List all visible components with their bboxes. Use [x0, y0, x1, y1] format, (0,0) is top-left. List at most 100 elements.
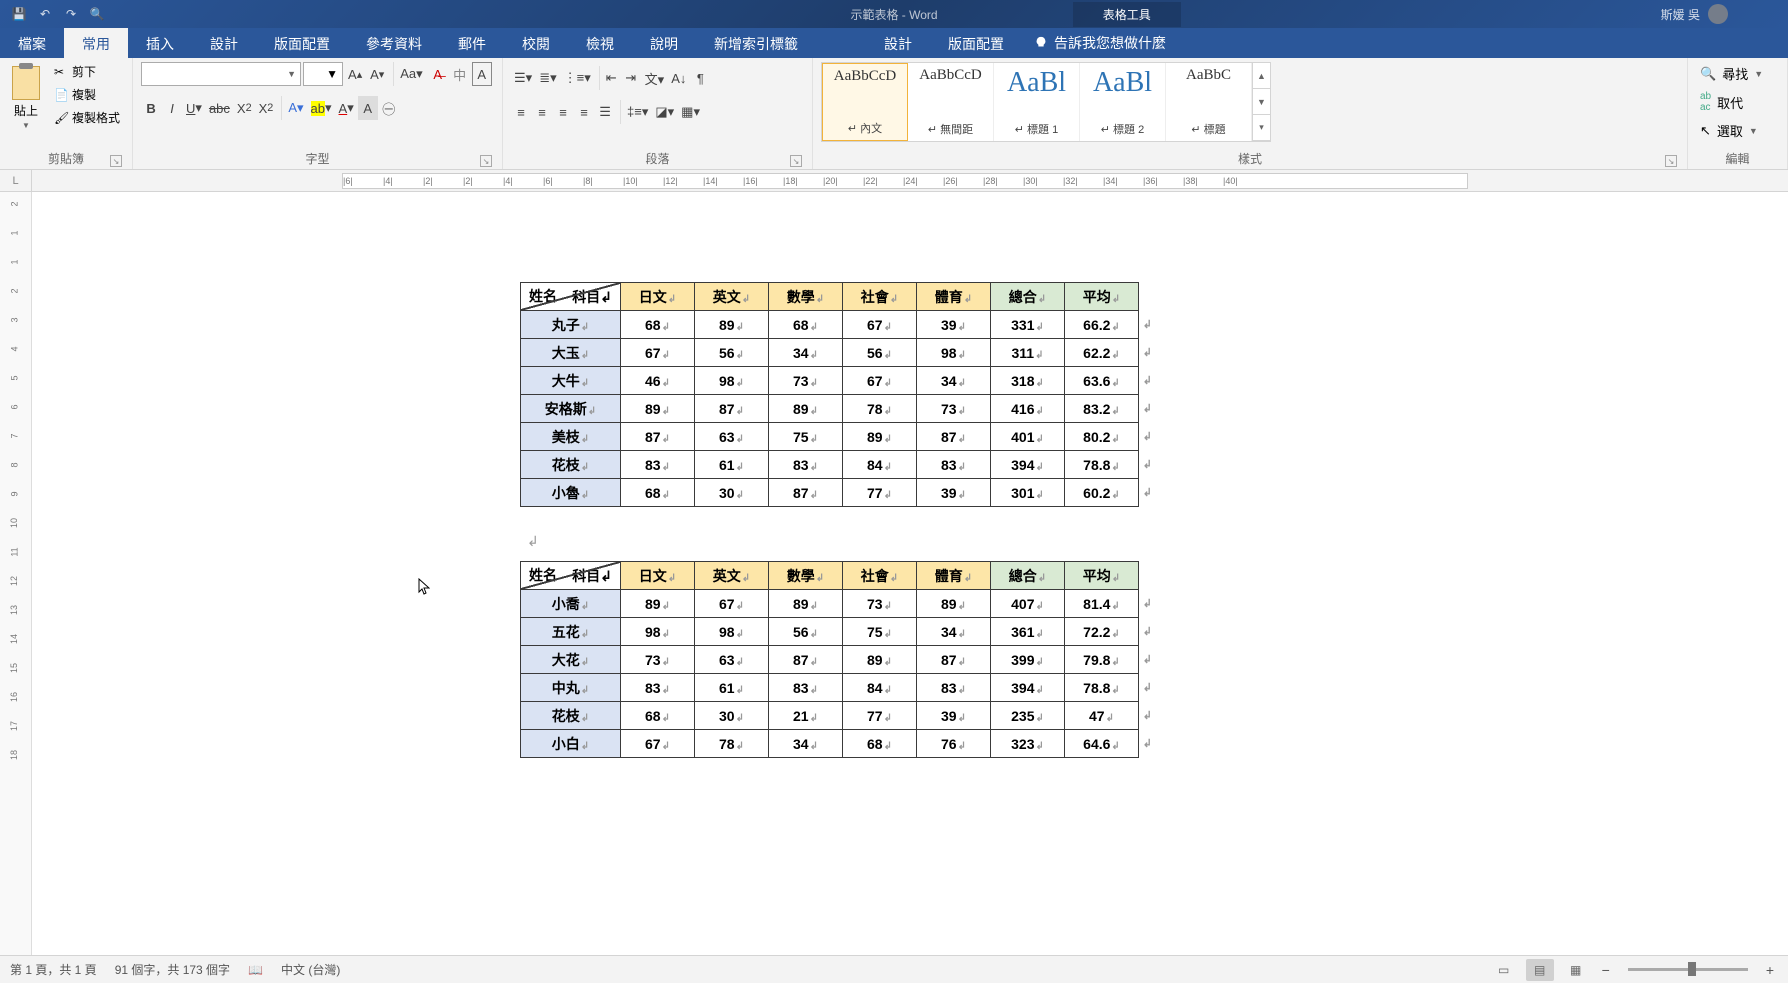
copy-button[interactable]: 📄複製: [50, 85, 124, 104]
highlight-button[interactable]: ab▾: [308, 96, 335, 120]
status-language[interactable]: 中文 (台灣): [281, 961, 340, 978]
print-layout-button[interactable]: ▤: [1526, 959, 1554, 981]
justify-button[interactable]: ≡: [574, 100, 594, 124]
bold-button[interactable]: B: [141, 96, 161, 120]
multilevel-button[interactable]: ⋮≡▾: [561, 66, 594, 90]
paste-button[interactable]: 貼上 ▼: [8, 62, 44, 134]
distribute-button[interactable]: ☰: [595, 100, 615, 124]
table-row[interactable]: 小白↲67↲78↲34↲68↲76↲323↲64.6↲↲: [521, 730, 1139, 758]
grow-font-button[interactable]: A▴: [345, 62, 365, 86]
table-row[interactable]: 五花↲98↲98↲56↲75↲34↲361↲72.2↲↲: [521, 618, 1139, 646]
menu-說明[interactable]: 說明: [632, 28, 696, 58]
table-row[interactable]: 花枝↲68↲30↲21↲77↲39↲235↲47↲↲: [521, 702, 1139, 730]
clipboard-dialog-icon[interactable]: ↘: [110, 155, 122, 167]
table-row[interactable]: 大牛↲46↲98↲73↲67↲34↲318↲63.6↲↲: [521, 367, 1139, 395]
menu-郵件[interactable]: 郵件: [440, 28, 504, 58]
align-right-button[interactable]: ≡: [553, 100, 573, 124]
styles-dialog-icon[interactable]: ↘: [1665, 155, 1677, 167]
font-name-combo[interactable]: ▼: [141, 62, 301, 86]
menu-檢視[interactable]: 檢視: [568, 28, 632, 58]
table-row[interactable]: 大玉↲67↲56↲34↲56↲98↲311↲62.2↲↲: [521, 339, 1139, 367]
char-border-button[interactable]: A: [472, 62, 492, 86]
phonetic-button[interactable]: 中: [450, 62, 470, 86]
undo-icon[interactable]: ↶: [36, 5, 54, 23]
subscript-button[interactable]: X2: [234, 96, 255, 120]
align-left-button[interactable]: ≡: [511, 100, 531, 124]
table-row[interactable]: 小喬↲89↲67↲89↲73↲89↲407↲81.4↲↲: [521, 590, 1139, 618]
borders-button[interactable]: ▦▾: [678, 100, 703, 124]
style-scroll-1[interactable]: ▼: [1253, 89, 1270, 115]
user-area[interactable]: 斯媛 吳: [1661, 4, 1728, 24]
enclose-button[interactable]: ㊀: [379, 96, 399, 120]
shrink-font-button[interactable]: A▾: [367, 62, 387, 86]
table-row[interactable]: 安格斯↲89↲87↲89↲78↲73↲416↲83.2↲↲: [521, 395, 1139, 423]
zoom-slider[interactable]: [1628, 968, 1748, 971]
menu-新增索引標籤[interactable]: 新增索引標籤: [696, 28, 816, 58]
replace-button[interactable]: abac取代: [1696, 89, 1767, 115]
tell-me-button[interactable]: 告訴我您想做什麼: [1022, 28, 1178, 58]
table-row[interactable]: 大花↲73↲63↲87↲89↲87↲399↲79.8↲↲: [521, 646, 1139, 674]
show-marks-button[interactable]: ¶: [690, 66, 710, 90]
text-effects-button[interactable]: A▾: [281, 96, 306, 120]
style-scroll-2[interactable]: ▾: [1253, 115, 1270, 141]
score-table[interactable]: 科目↲姓名日文↲英文↲數學↲社會↲體育↲總合↲平均↲小喬↲89↲67↲89↲73…: [520, 561, 1139, 758]
menu-校閱[interactable]: 校閱: [504, 28, 568, 58]
style-標題 2[interactable]: AaBl↵ 標題 2: [1080, 63, 1166, 141]
bullets-button[interactable]: ☰▾: [511, 66, 535, 90]
increase-indent-button[interactable]: ⇥: [621, 66, 641, 90]
web-layout-button[interactable]: ▦: [1562, 959, 1590, 981]
proofing-icon[interactable]: 📖: [248, 963, 263, 977]
cut-button[interactable]: ✂剪下: [50, 62, 124, 81]
table-row[interactable]: 中丸↲83↲61↲83↲84↲83↲394↲78.8↲↲: [521, 674, 1139, 702]
underline-button[interactable]: U▾: [183, 96, 205, 120]
style-無間距[interactable]: AaBbCcD↵ 無間距: [908, 63, 994, 141]
style-scroll-0[interactable]: ▲: [1253, 63, 1270, 89]
paragraph-dialog-icon[interactable]: ↘: [790, 155, 802, 167]
zoom-in-button[interactable]: +: [1762, 962, 1778, 978]
change-case-button[interactable]: Aa▾: [393, 62, 425, 86]
format-painter-button[interactable]: 🖌複製格式: [50, 108, 124, 127]
strike-button[interactable]: abc: [206, 96, 233, 120]
char-shading-button[interactable]: A: [358, 96, 378, 120]
menu-插入[interactable]: 插入: [128, 28, 192, 58]
status-words[interactable]: 91 個字，共 173 個字: [115, 961, 230, 978]
sort-button[interactable]: A↓: [668, 66, 689, 90]
table-row[interactable]: 丸子↲68↲89↲68↲67↲39↲331↲66.2↲↲: [521, 311, 1139, 339]
font-color-button[interactable]: A▾: [336, 96, 357, 120]
line-spacing-button[interactable]: ‡≡▾: [620, 100, 651, 124]
clear-format-button[interactable]: A̶: [428, 62, 448, 86]
style-內文[interactable]: AaBbCcD↵ 內文: [822, 63, 908, 141]
menu-檔案[interactable]: 檔案: [0, 28, 64, 58]
save-icon[interactable]: 💾: [10, 5, 28, 23]
style-標題[interactable]: AaBbC↵ 標題: [1166, 63, 1252, 141]
read-mode-button[interactable]: ▭: [1490, 959, 1518, 981]
superscript-button[interactable]: X2: [256, 96, 277, 120]
vertical-ruler[interactable]: 21123456789101112131415161718: [0, 192, 32, 955]
ctx-menu-版面配置[interactable]: 版面配置: [930, 28, 1022, 58]
status-page[interactable]: 第 1 頁，共 1 頁: [10, 961, 97, 978]
score-table[interactable]: 科目↲姓名日文↲英文↲數學↲社會↲體育↲總合↲平均↲丸子↲68↲89↲68↲67…: [520, 282, 1139, 507]
asian-layout-button[interactable]: 文▾: [642, 66, 668, 90]
table-row[interactable]: 美枝↲87↲63↲75↲89↲87↲401↲80.2↲↲: [521, 423, 1139, 451]
select-button[interactable]: ↖選取▼: [1696, 119, 1767, 142]
menu-常用[interactable]: 常用: [64, 28, 128, 58]
redo-icon[interactable]: ↷: [62, 5, 80, 23]
menu-參考資料[interactable]: 參考資料: [348, 28, 440, 58]
table-row[interactable]: 花枝↲83↲61↲83↲84↲83↲394↲78.8↲↲: [521, 451, 1139, 479]
shading-button[interactable]: ◪▾: [652, 100, 677, 124]
italic-button[interactable]: I: [162, 96, 182, 120]
horizontal-ruler[interactable]: |6||4||2||2||4||6||8||10||12||14||16||18…: [342, 173, 1468, 189]
font-size-combo[interactable]: ▼: [303, 62, 343, 86]
decrease-indent-button[interactable]: ⇤: [599, 66, 620, 90]
style-標題 1[interactable]: AaBl↵ 標題 1: [994, 63, 1080, 141]
touch-icon[interactable]: 🔍: [88, 5, 106, 23]
zoom-out-button[interactable]: −: [1598, 962, 1614, 978]
menu-設計[interactable]: 設計: [192, 28, 256, 58]
ruler-corner[interactable]: L: [0, 170, 32, 191]
page-canvas[interactable]: 科目↲姓名日文↲英文↲數學↲社會↲體育↲總合↲平均↲丸子↲68↲89↲68↲67…: [32, 192, 1788, 955]
find-button[interactable]: 🔍尋找▼: [1696, 62, 1767, 85]
align-center-button[interactable]: ≡: [532, 100, 552, 124]
numbering-button[interactable]: ≣▾: [536, 66, 559, 90]
styles-gallery[interactable]: AaBbCcD↵ 內文AaBbCcD↵ 無間距AaBl↵ 標題 1AaBl↵ 標…: [821, 62, 1271, 142]
table-row[interactable]: 小魯↲68↲30↲87↲77↲39↲301↲60.2↲↲: [521, 479, 1139, 507]
